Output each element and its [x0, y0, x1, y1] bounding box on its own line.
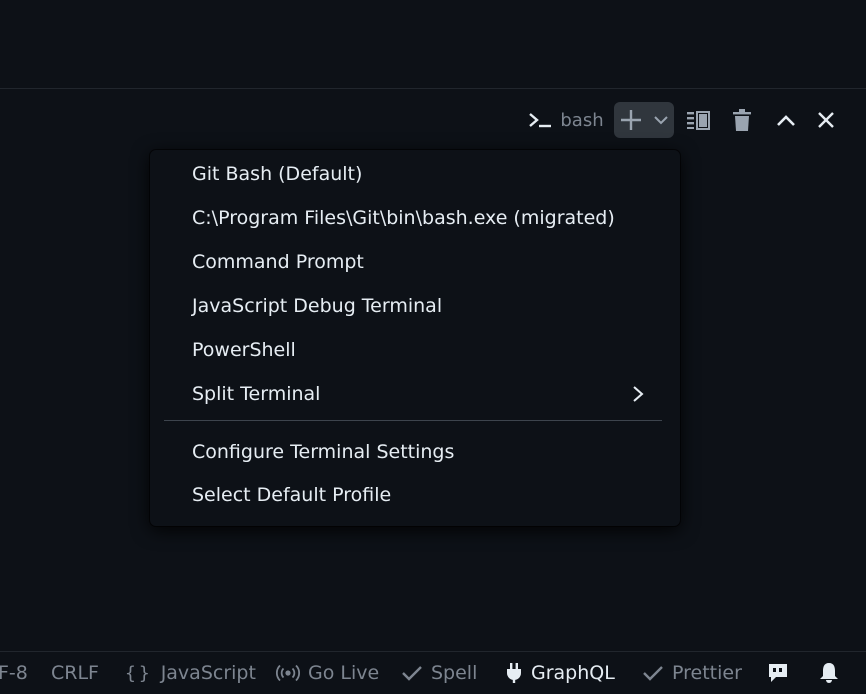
chevron-up-icon	[776, 113, 796, 127]
go-live-button[interactable]: Go Live	[276, 652, 379, 694]
graphql-status[interactable]: GraphQL	[505, 652, 615, 694]
feedback-icon	[767, 662, 789, 684]
menu-item-javascript-debug-terminal[interactable]: JavaScript Debug Terminal	[164, 286, 664, 326]
split-terminal-icon	[686, 110, 710, 130]
menu-item-label: Select Default Profile	[192, 484, 392, 506]
menu-item-label: Git Bash (Default)	[192, 163, 363, 185]
new-terminal-group	[614, 102, 674, 138]
close-panel-button[interactable]	[808, 102, 844, 138]
notifications-button[interactable]	[819, 652, 847, 694]
language-label: JavaScript	[160, 662, 256, 684]
spell-label: Spell	[431, 662, 478, 684]
maximize-panel-button[interactable]	[768, 102, 804, 138]
terminal-tab[interactable]: bash	[526, 102, 606, 138]
terminal-toolbar: bash	[526, 102, 866, 138]
spell-check-status[interactable]: Spell	[401, 652, 477, 694]
menu-item-select-default-profile[interactable]: Select Default Profile	[164, 475, 664, 515]
go-live-label: Go Live	[308, 662, 380, 684]
prettier-status[interactable]: Prettier	[642, 652, 742, 694]
kill-terminal-button[interactable]	[724, 102, 760, 138]
feedback-button[interactable]	[767, 652, 797, 694]
menu-item-label: JavaScript Debug Terminal	[192, 295, 443, 317]
check-icon	[642, 664, 664, 682]
new-terminal-button[interactable]	[614, 102, 648, 138]
menu-item-label: Command Prompt	[192, 251, 364, 273]
menu-item-split-terminal[interactable]: Split Terminal	[164, 374, 664, 414]
terminal-prompt-icon	[528, 111, 552, 129]
terminal-name: bash	[560, 109, 604, 131]
graphql-label: GraphQL	[531, 662, 615, 684]
plus-icon	[620, 109, 642, 131]
eol-indicator[interactable]: CRLF	[51, 652, 99, 694]
braces-icon: {}	[125, 662, 153, 684]
launch-profile-menu: Git Bash (Default) C:\Program Files\Git\…	[150, 150, 680, 526]
check-icon	[401, 664, 423, 682]
menu-item-label: Split Terminal	[192, 383, 321, 405]
launch-profile-button[interactable]	[648, 102, 674, 138]
menu-item-git-bash[interactable]: Git Bash (Default)	[164, 154, 664, 194]
plug-icon	[505, 662, 523, 684]
status-bar: F-8 CRLF {} JavaScript Go Live Spell Gra…	[0, 651, 866, 693]
split-terminal-button[interactable]	[680, 102, 716, 138]
menu-item-label: PowerShell	[192, 339, 296, 361]
menu-separator	[164, 420, 662, 421]
menu-item-configure-terminal-settings[interactable]: Configure Terminal Settings	[164, 432, 664, 472]
menu-item-command-prompt[interactable]: Command Prompt	[164, 242, 664, 282]
encoding-indicator[interactable]: F-8	[0, 652, 28, 694]
bell-icon	[819, 662, 839, 684]
eol-label: CRLF	[51, 662, 99, 684]
editor-area	[0, 0, 866, 88]
encoding-label: F-8	[0, 662, 28, 684]
broadcast-icon	[276, 664, 300, 682]
menu-item-powershell[interactable]: PowerShell	[164, 330, 664, 370]
trash-icon	[732, 109, 752, 131]
chevron-right-icon	[628, 384, 648, 404]
menu-item-label: Configure Terminal Settings	[192, 441, 455, 463]
prettier-label: Prettier	[672, 662, 742, 684]
chevron-down-icon	[654, 115, 668, 125]
menu-item-bash-migrated[interactable]: C:\Program Files\Git\bin\bash.exe (migra…	[164, 198, 664, 238]
language-mode[interactable]: {} JavaScript	[125, 652, 256, 694]
close-icon	[817, 111, 835, 129]
menu-item-label: C:\Program Files\Git\bin\bash.exe (migra…	[192, 207, 615, 229]
